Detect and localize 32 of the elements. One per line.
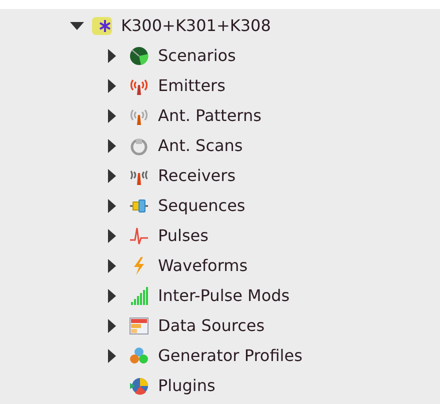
collapse-arrow-icon[interactable]	[70, 21, 84, 31]
tree-item-label[interactable]: K300+K301+K308	[121, 14, 271, 38]
tree-item-label[interactable]: Data Sources	[158, 314, 265, 338]
expand-arrow-icon[interactable]	[107, 79, 117, 93]
expand-arrow-icon[interactable]	[107, 109, 117, 123]
tree-item-label[interactable]: Emitters	[158, 74, 226, 98]
tree-item-label[interactable]: Ant. Scans	[158, 134, 243, 158]
expand-arrow-icon[interactable]	[107, 349, 117, 363]
pulse-icon	[129, 226, 149, 246]
expand-arrow-icon[interactable]	[107, 289, 117, 303]
expand-arrow-icon[interactable]	[107, 169, 117, 183]
cubes-icon	[129, 346, 149, 366]
radar-icon	[129, 46, 149, 66]
tree-item-label[interactable]: Sequences	[158, 194, 246, 218]
tree-item-label[interactable]: Plugins	[158, 374, 216, 398]
bar-graph-icon	[129, 286, 149, 306]
tree-item-label[interactable]: Pulses	[158, 224, 208, 248]
expand-arrow-icon[interactable]	[107, 139, 117, 153]
tree-item-label[interactable]: Receivers	[158, 164, 236, 188]
tree-item-label[interactable]: Inter-Pulse Mods	[158, 284, 290, 308]
table-icon	[129, 316, 149, 336]
expand-arrow-icon[interactable]	[107, 199, 117, 213]
tree-item-label[interactable]: Generator Profiles	[158, 344, 302, 368]
tree-item-label[interactable]: Scenarios	[158, 44, 236, 68]
tree-item-label[interactable]: Waveforms	[158, 254, 248, 278]
pie-icon	[129, 376, 149, 396]
tree-item-label[interactable]: Ant. Patterns	[158, 104, 262, 128]
expand-arrow-icon[interactable]	[107, 319, 117, 333]
expand-arrow-icon[interactable]	[107, 259, 117, 273]
expand-arrow-icon[interactable]	[107, 49, 117, 63]
database-icon	[92, 16, 112, 36]
expand-arrow-icon[interactable]	[107, 229, 117, 243]
